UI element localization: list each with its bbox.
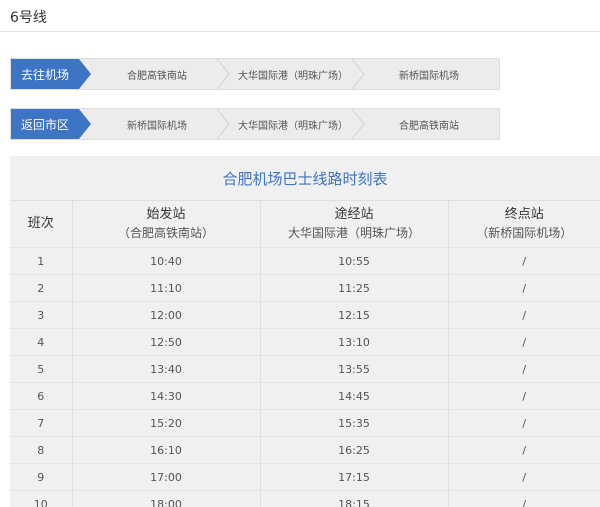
cell-via-time: 14:45 [260, 382, 449, 410]
table-row: 1 10:40 10:55 / [10, 247, 600, 275]
cell-end-time: / [448, 355, 600, 383]
table-row: 8 16:10 16:25 / [10, 436, 600, 464]
line-title: 6号线 [10, 10, 47, 26]
cell-number: 4 [10, 328, 73, 356]
cell-number: 5 [10, 355, 73, 383]
cell-number: 2 [10, 274, 73, 302]
route-stop-2: 大华国际港（明珠广场） [238, 120, 348, 132]
cell-via-time: 16:25 [260, 436, 449, 464]
cell-number: 3 [10, 301, 73, 329]
cell-number: 10 [10, 490, 73, 507]
table-row: 5 13:40 13:55 / [10, 355, 600, 383]
to-airport-button[interactable]: 去往机场 [11, 59, 91, 89]
chevron-right-icon [216, 59, 230, 89]
to-city-button[interactable]: 返回市区 [11, 109, 91, 139]
cell-start-time: 13:40 [72, 355, 261, 383]
timetable-title: 合肥机场巴士线路时刻表 [10, 156, 600, 201]
cell-end-time: / [448, 328, 600, 356]
table-row: 10 18:00 18:15 / [10, 490, 600, 507]
cell-end-time: / [448, 436, 600, 464]
header-via: 途经站 大华国际港（明珠广场） [260, 201, 449, 248]
cell-end-time: / [448, 409, 600, 437]
cell-start-time: 10:40 [72, 247, 261, 275]
cell-via-time: 11:25 [260, 274, 449, 302]
table-row: 4 12:50 13:10 / [10, 328, 600, 356]
cell-start-time: 18:00 [72, 490, 261, 507]
table-row: 9 17:00 17:15 / [10, 463, 600, 491]
route-bar-return: 返回市区 新桥国际机场 大华国际港（明珠广场） 合肥高铁南站 [10, 108, 500, 140]
header-start: 始发站 （合肥高铁南站） [72, 201, 261, 248]
cell-start-time: 16:10 [72, 436, 261, 464]
cell-number: 9 [10, 463, 73, 491]
chevron-right-icon [216, 109, 230, 139]
title-divider [0, 31, 600, 32]
cell-start-time: 15:20 [72, 409, 261, 437]
timetable-body: 1 10:40 10:55 / 2 11:10 11:25 / 3 12:00 … [10, 247, 600, 507]
cell-end-time: / [448, 463, 600, 491]
header-via-sub: 大华国际港（明珠广场） [287, 226, 420, 240]
route-stop-1: 新桥国际机场 [127, 120, 187, 132]
cell-start-time: 17:00 [72, 463, 261, 491]
cell-end-time: / [448, 490, 600, 507]
cell-end-time: / [448, 247, 600, 275]
cell-via-time: 17:15 [260, 463, 449, 491]
route-stop-3: 合肥高铁南站 [399, 120, 459, 132]
cell-via-time: 12:15 [260, 301, 449, 329]
cell-number: 8 [10, 436, 73, 464]
cell-via-time: 13:55 [260, 355, 449, 383]
timetable: 合肥机场巴士线路时刻表 班次 始发站 （合肥高铁南站） 途经站 大华国际港（明珠… [10, 156, 600, 507]
cell-start-time: 12:50 [72, 328, 261, 356]
cell-end-time: / [448, 301, 600, 329]
cell-via-time: 15:35 [260, 409, 449, 437]
table-row: 3 12:00 12:15 / [10, 301, 600, 329]
header-end: 终点站 （新桥国际机场） [448, 201, 600, 248]
header-number: 班次 [10, 201, 73, 248]
header-end-sub: （新桥国际机场） [476, 226, 573, 240]
cell-start-time: 12:00 [72, 301, 261, 329]
header-start-sub: （合肥高铁南站） [117, 226, 214, 240]
table-row: 7 15:20 15:35 / [10, 409, 600, 437]
cell-number: 7 [10, 409, 73, 437]
route-bar-outbound: 去往机场 合肥高铁南站 大华国际港（明珠广场） 新桥国际机场 [10, 58, 500, 90]
table-header-row: 班次 始发站 （合肥高铁南站） 途经站 大华国际港（明珠广场） 终点站 （新桥国… [10, 201, 600, 248]
cell-number: 1 [10, 247, 73, 275]
route-stop-1: 合肥高铁南站 [127, 70, 187, 82]
table-row: 6 14:30 14:45 / [10, 382, 600, 410]
route-stop-3: 新桥国际机场 [399, 70, 459, 82]
cell-via-time: 13:10 [260, 328, 449, 356]
timetable-table: 班次 始发站 （合肥高铁南站） 途经站 大华国际港（明珠广场） 终点站 （新桥国… [10, 201, 600, 507]
cell-via-time: 10:55 [260, 247, 449, 275]
cell-start-time: 14:30 [72, 382, 261, 410]
cell-via-time: 18:15 [260, 490, 449, 507]
route-stop-2: 大华国际港（明珠广场） [238, 70, 348, 82]
table-row: 2 11:10 11:25 / [10, 274, 600, 302]
cell-start-time: 11:10 [72, 274, 261, 302]
cell-end-time: / [448, 274, 600, 302]
cell-end-time: / [448, 382, 600, 410]
cell-number: 6 [10, 382, 73, 410]
